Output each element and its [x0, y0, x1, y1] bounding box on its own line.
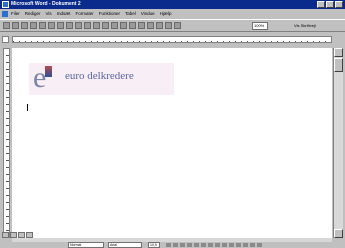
italic-icon[interactable] [173, 243, 178, 247]
menu-format[interactable]: Formater [75, 9, 93, 19]
bullets-icon[interactable] [222, 243, 227, 247]
tab-selector[interactable] [2, 36, 9, 43]
columns-icon[interactable] [147, 22, 154, 29]
redo-icon[interactable] [102, 22, 109, 29]
formatting-toolbar: Normal Arial 10,5 [0, 242, 345, 248]
cut-icon[interactable] [57, 22, 64, 29]
align-center-icon[interactable] [194, 243, 199, 247]
print-preview-icon[interactable] [39, 22, 46, 29]
tables-borders-icon[interactable] [120, 22, 127, 29]
ruler-row [0, 32, 345, 47]
insert-table-icon[interactable] [129, 22, 136, 29]
align-left-icon[interactable] [187, 243, 192, 247]
title-bar: Microsoft Word - Dokument 2 [0, 0, 345, 9]
document-map-icon[interactable] [165, 22, 172, 29]
save-icon[interactable] [21, 22, 28, 29]
border-icon[interactable] [243, 243, 248, 247]
menu-table[interactable]: Tabel [125, 9, 136, 19]
euro-delkredere-logo: e euro delkredere [29, 63, 174, 95]
drawing-icon[interactable] [156, 22, 163, 29]
underline-icon[interactable] [180, 243, 185, 247]
copy-icon[interactable] [66, 22, 73, 29]
insert-excel-icon[interactable] [138, 22, 145, 29]
font-color-icon[interactable] [257, 243, 262, 247]
menu-tools[interactable]: Funktioner [99, 9, 120, 19]
new-document-icon[interactable] [3, 22, 10, 29]
document-page[interactable]: e euro delkredere [12, 48, 332, 238]
normal-view-icon[interactable] [2, 232, 9, 238]
align-right-icon[interactable] [201, 243, 206, 247]
vertical-scrollbar[interactable] [333, 48, 343, 238]
logo-mark-icon [45, 66, 52, 77]
scroll-down-arrow[interactable] [334, 229, 343, 238]
show-hide-icon[interactable] [174, 22, 181, 29]
bold-icon[interactable] [166, 243, 171, 247]
window-title: Microsoft Word - Dokument 2 [11, 1, 81, 7]
logo-text: euro delkredere [65, 70, 134, 82]
font-select[interactable]: Arial [108, 242, 142, 248]
hyperlink-icon[interactable] [111, 22, 118, 29]
toolbar-right-label[interactable]: Vis Skriftvejl [294, 22, 316, 30]
print-icon[interactable] [30, 22, 37, 29]
numbering-icon[interactable] [215, 243, 220, 247]
horizontal-ruler[interactable] [12, 36, 332, 43]
paste-icon[interactable] [75, 22, 82, 29]
standard-toolbar: 100% Vis Skriftvejl [0, 19, 345, 32]
justify-icon[interactable] [208, 243, 213, 247]
scroll-thumb[interactable] [334, 58, 343, 72]
menu-bar: Filer Rediger Vis Indsæt Formater Funkti… [0, 9, 345, 19]
word-app-icon[interactable] [2, 1, 9, 8]
scroll-up-arrow[interactable] [334, 48, 343, 57]
undo-icon[interactable] [93, 22, 100, 29]
minimize-button[interactable] [317, 1, 325, 8]
menu-file[interactable]: Filer [11, 9, 20, 19]
menu-window[interactable]: Vindue [141, 9, 155, 19]
menu-edit[interactable]: Rediger [25, 9, 41, 19]
close-button[interactable] [335, 1, 343, 8]
increase-indent-icon[interactable] [236, 243, 241, 247]
menu-help[interactable]: Hjælp [160, 9, 172, 19]
document-icon[interactable] [2, 11, 8, 17]
zoom-select[interactable]: 100% [252, 22, 268, 30]
menu-view[interactable]: Vis [46, 9, 52, 19]
text-cursor [27, 104, 28, 111]
font-size-select[interactable]: 10,5 [148, 242, 160, 248]
maximize-button[interactable] [326, 1, 334, 8]
open-folder-icon[interactable] [12, 22, 19, 29]
decrease-indent-icon[interactable] [229, 243, 234, 247]
highlight-icon[interactable] [250, 243, 255, 247]
format-painter-icon[interactable] [84, 22, 91, 29]
vertical-ruler[interactable] [3, 48, 10, 238]
style-select[interactable]: Normal [68, 242, 104, 248]
spelling-icon[interactable] [48, 22, 55, 29]
menu-insert[interactable]: Indsæt [57, 9, 71, 19]
window-controls [317, 1, 343, 8]
